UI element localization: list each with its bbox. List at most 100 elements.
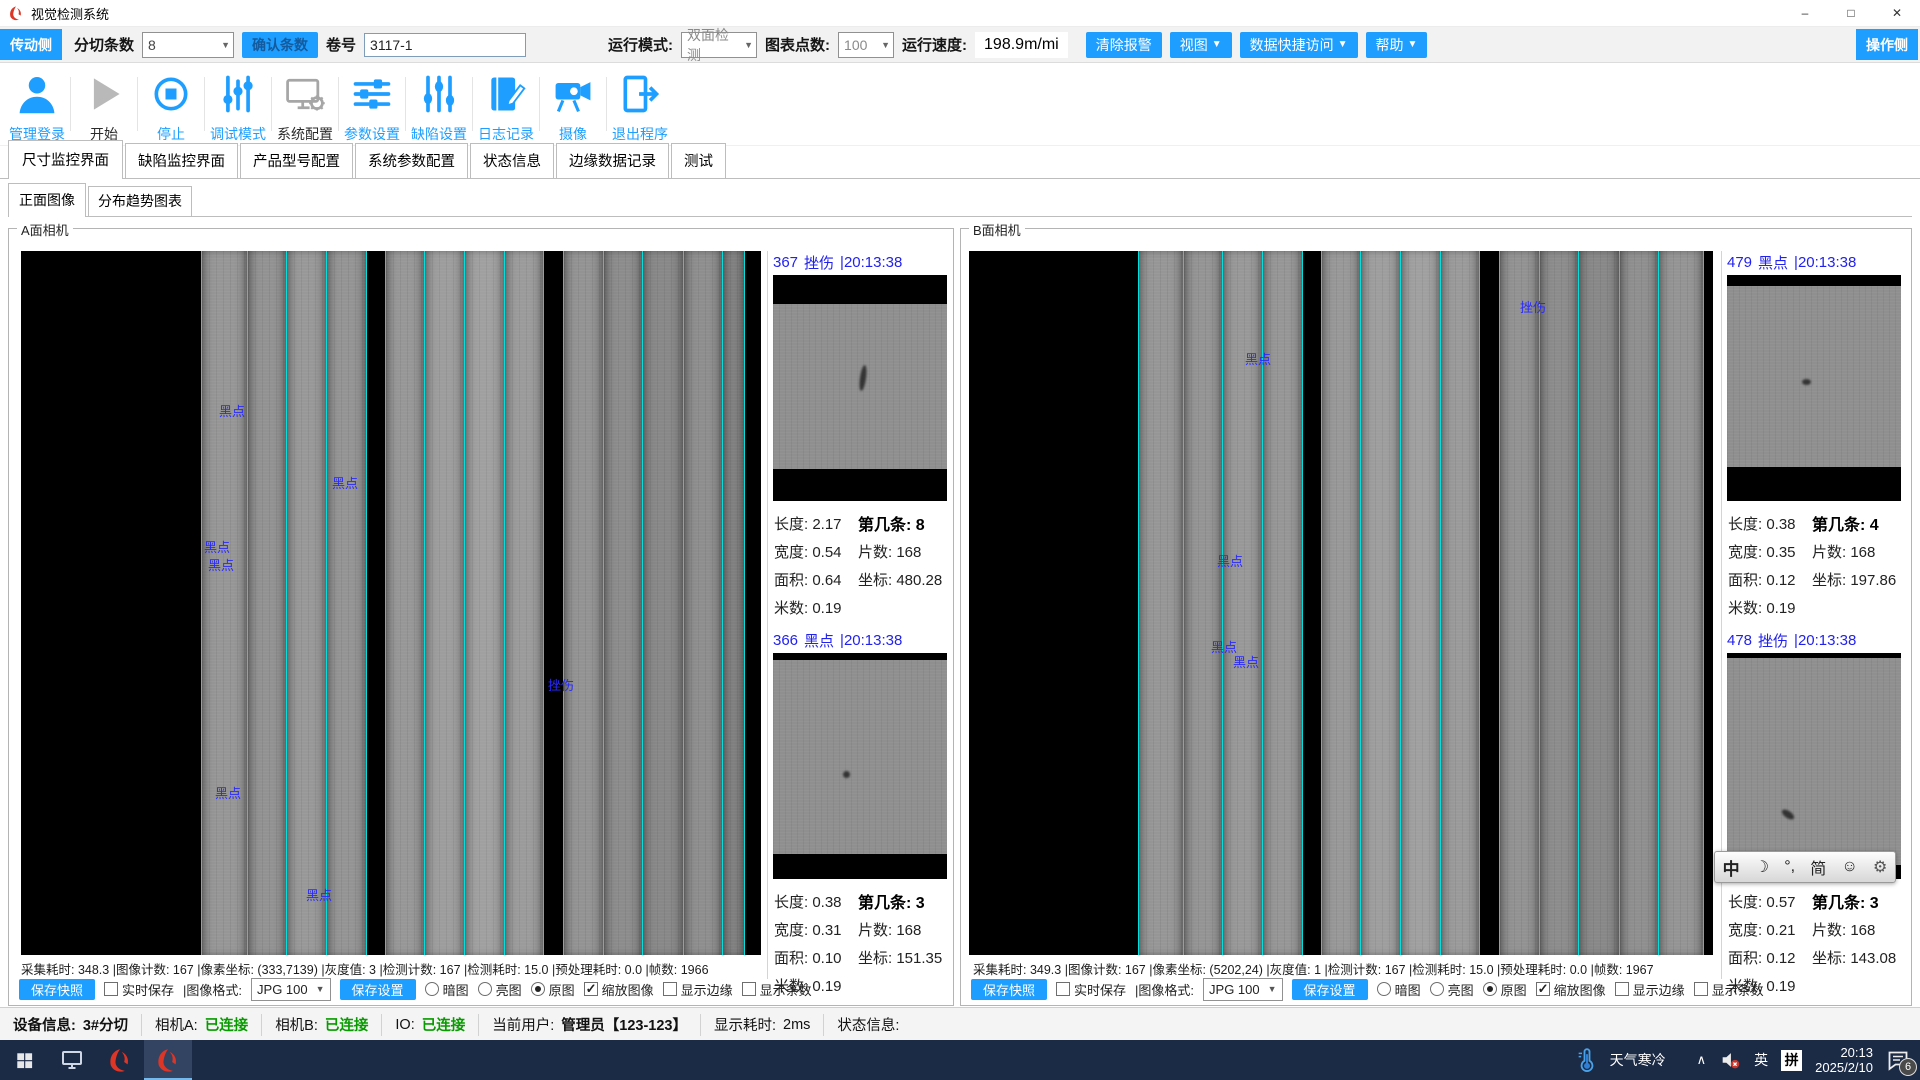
inspection-image[interactable]: 黑点黑点黑点黑点挫伤黑点黑点 [21,251,761,955]
material-strip [563,251,604,955]
show-edge-checkbox[interactable] [663,982,677,996]
play-icon [82,72,126,121]
defect-card[interactable]: 366黑点|20:13:38长度: 0.38宽度: 0.31面积: 0.10米数… [773,629,947,1007]
metric-row: 面积: 0.12 [1728,565,1796,593]
save-settings-button[interactable]: 保存设置 [1292,979,1368,1000]
metric-row: 坐标: 197.86 [1812,565,1896,593]
image-mode-radio-2[interactable] [1483,982,1497,996]
tool-log-book-button[interactable]: 日志记录 [473,63,539,144]
defect-thumbnail[interactable] [1727,275,1901,501]
image-mode-radio-1[interactable] [478,982,492,996]
maximize-button[interactable]: □ [1828,0,1874,26]
tool-exit-button[interactable]: 退出程序 [607,63,673,144]
tool-stop-button[interactable]: 停止 [138,63,204,144]
save-snapshot-button[interactable]: 保存快照 [971,979,1047,1000]
transmission-side-button[interactable]: 传动侧 [0,29,62,60]
subtab-0[interactable]: 正面图像 [8,183,86,217]
display-option-label: 显示边缘 [681,980,733,999]
image-format-select[interactable]: JPG 100▼ [1203,978,1283,1001]
tab-1[interactable]: 缺陷监控界面 [125,143,238,178]
material-strip [642,251,684,955]
ime-punctuation-icon[interactable]: °, [1782,858,1797,876]
image-format-select[interactable]: JPG 100▼ [251,978,331,1001]
ime-mode-button[interactable]: 中 [1721,855,1742,880]
ime-emoji-icon[interactable]: ☺ [1839,858,1859,876]
ime-settings-gear-icon[interactable]: ⚙ [1871,857,1889,877]
defect-card[interactable]: 367挫伤|20:13:38长度: 2.17宽度: 0.54面积: 0.64米数… [773,251,947,629]
defect-thumbnail[interactable] [1727,653,1901,879]
tool-camera-button[interactable]: 摄像 [540,63,606,144]
ime-charset-button[interactable]: 简 [1808,855,1828,879]
material-strip [1321,251,1361,955]
image-format-label: |图像格式: [183,980,242,999]
image-mode-option-2: 原图 [1483,980,1527,999]
tab-2[interactable]: 产品型号配置 [240,143,353,178]
taskbar-time: 20:13 [1815,1045,1873,1060]
chart-points-select[interactable]: 100 ▼ [838,32,894,58]
tray-expand-chevron-icon[interactable]: ∧ [1697,1052,1707,1068]
defect-label: 黑点 [1233,652,1259,671]
tab-0[interactable]: 尺寸监控界面 [8,140,123,179]
tool-play-button[interactable]: 开始 [71,63,137,144]
data-quick-access-menu-button[interactable]: 数据快捷访问 ▼ [1240,32,1358,58]
help-menu-button[interactable]: 帮助 ▼ [1366,32,1428,58]
metrics-left-column: 长度: 2.17宽度: 0.54面积: 0.64米数: 0.19 [774,509,842,621]
show-count-checkbox[interactable] [1694,982,1708,996]
minimize-button[interactable]: – [1782,0,1828,26]
tool-sliders-vertical-button[interactable]: 调试模式 [205,63,271,144]
clear-alarm-button[interactable]: 清除报警 [1086,32,1162,58]
ime-pinyin-indicator[interactable]: 拼 [1781,1050,1802,1071]
tab-4[interactable]: 状态信息 [470,143,554,178]
start-button[interactable] [0,1040,48,1080]
show-edge-checkbox[interactable] [1615,982,1629,996]
language-indicator[interactable]: 英 [1754,1050,1768,1070]
tool-monitor-gear-button[interactable]: 系统配置 [272,63,338,144]
tool-user-button[interactable]: 管理登录 [4,63,70,144]
image-mode-option-0: 暗图 [425,980,469,999]
image-mode-label: 原图 [1501,980,1527,999]
zoom-image-checkbox[interactable] [584,982,598,996]
taskbar-active-app-icon[interactable] [144,1040,192,1080]
image-mode-radio-1[interactable] [1430,982,1444,996]
view-menu-button[interactable]: 视图 ▼ [1170,32,1232,58]
image-mode-radio-2[interactable] [531,982,545,996]
action-center-icon[interactable]: 6 [1886,1048,1910,1072]
show-count-checkbox[interactable] [742,982,756,996]
subtab-1[interactable]: 分布趋势图表 [88,186,192,216]
tab-3[interactable]: 系统参数配置 [355,143,468,178]
realtime-save-checkbox[interactable] [1056,982,1070,996]
defect-mark [843,771,850,778]
realtime-save-checkbox[interactable] [104,982,118,996]
ime-fullwidth-icon[interactable]: ☽ [1753,857,1771,877]
save-settings-button[interactable]: 保存设置 [340,979,416,1000]
taskbar-app-icon-red-logo[interactable] [96,1040,144,1080]
image-mode-radio-0[interactable] [1377,982,1391,996]
defect-thumbnail[interactable] [773,275,947,501]
tool-sliders-horizontal-button[interactable]: 参数设置 [339,63,405,144]
slit-count-select[interactable]: 8 ▼ [142,32,234,58]
roll-number-input[interactable] [364,33,526,57]
taskbar-pinned-app-icon[interactable] [48,1040,96,1080]
weather-status[interactable]: 天气寒冷 [1610,1050,1666,1070]
zoom-image-checkbox[interactable] [1536,982,1550,996]
operate-side-button[interactable]: 操作侧 [1856,29,1918,60]
run-mode-select[interactable]: 双面检测 ▼ [681,32,757,58]
save-snapshot-button[interactable]: 保存快照 [19,979,95,1000]
tool-equalizer-button[interactable]: 缺陷设置 [406,63,472,144]
taskbar-clock[interactable]: 20:13 2025/2/10 [1815,1045,1873,1075]
defect-thumbnail[interactable] [773,653,947,879]
defect-type: 黑点 [1758,252,1788,273]
confirm-count-button[interactable]: 确认条数 [242,32,318,58]
defect-card[interactable]: 478挫伤|20:13:38长度: 0.57宽度: 0.21面积: 0.12米数… [1727,629,1901,1007]
tab-5[interactable]: 边缘数据记录 [556,143,669,178]
defect-card[interactable]: 479黑点|20:13:38长度: 0.38宽度: 0.35面积: 0.12米数… [1727,251,1901,629]
inspection-image[interactable]: 挫伤黑点黑点黑点黑点 [969,251,1713,955]
volume-muted-icon[interactable] [1719,1049,1741,1071]
tab-6[interactable]: 测试 [671,143,726,178]
display-option-2: 显示条数 [742,980,812,999]
close-button[interactable]: ✕ [1874,0,1920,26]
defect-time: |20:13:38 [1794,254,1856,271]
app-logo-icon [8,5,24,21]
image-mode-radio-0[interactable] [425,982,439,996]
sliders-horizontal-icon [350,72,394,121]
